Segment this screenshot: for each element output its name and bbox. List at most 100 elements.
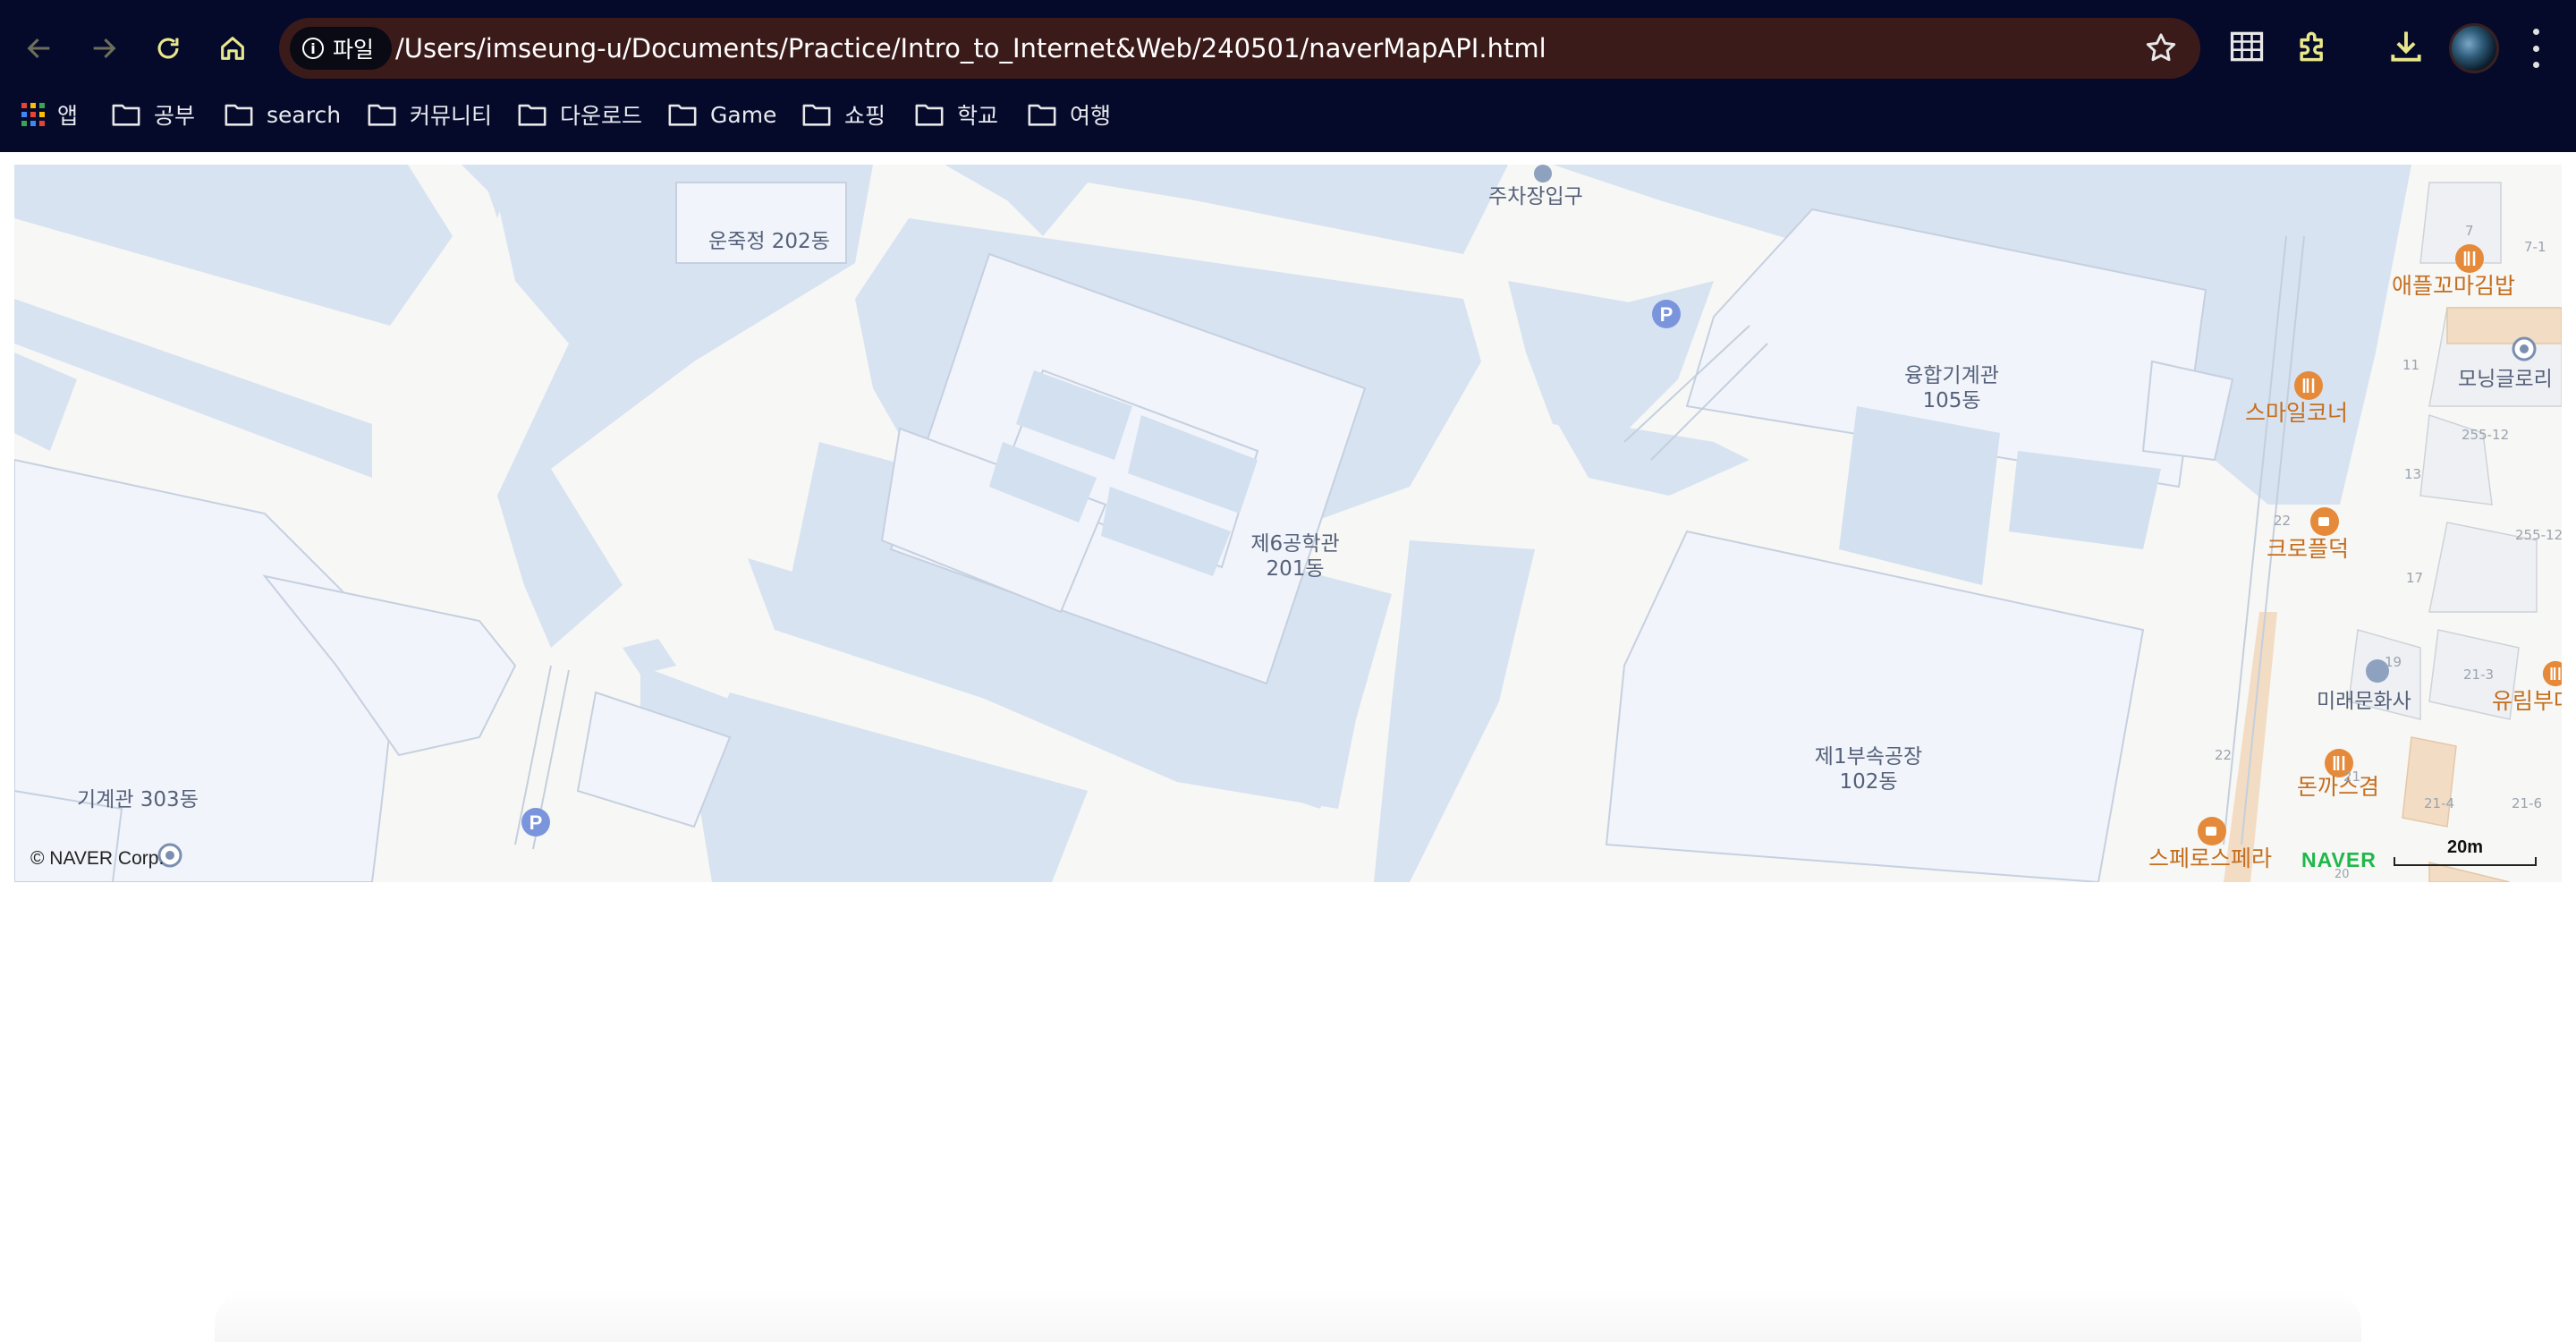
bookmark-folder[interactable]: 쇼핑 [801, 93, 886, 136]
map-label-parking-entrance: 주차장입구 [1488, 185, 1583, 208]
building-name: 제6공학관 [1250, 532, 1340, 556]
bookmark-folder[interactable]: search [224, 93, 341, 136]
qr-grid-icon[interactable] [2227, 27, 2267, 66]
lot-number: 19 [2385, 654, 2402, 670]
bookmark-label: search [267, 101, 342, 128]
folder-icon [914, 101, 945, 128]
naver-map[interactable]: P P 주차장입구 운죽정 202동 융합기계관 105동 제6공학관 201동… [14, 165, 2562, 882]
reload-icon [157, 38, 179, 59]
building-number: 102동 [1839, 770, 1898, 794]
bookmark-folder[interactable]: Game [667, 93, 776, 136]
bookmark-label: 공부 [154, 103, 196, 129]
poi-label-kimbap[interactable]: 애플꼬마김밥 [2392, 274, 2515, 299]
bookmark-label: 다운로드 [560, 103, 643, 129]
poi-label-yurim[interactable]: 유림부대 [2492, 689, 2562, 714]
restaurant-icon[interactable] [2542, 658, 2562, 689]
bookmarks-bar: 앱 공부 search 커뮤니티 다운로드 Game 쇼핑 학교 여행 [0, 93, 2576, 136]
folder-icon [224, 101, 254, 128]
back-button[interactable] [16, 25, 63, 72]
bookmark-folder[interactable]: 공부 [111, 93, 195, 136]
bookmark-label: 학교 [957, 103, 999, 129]
naver-logo[interactable]: NAVER [2301, 848, 2377, 872]
map-label-building-201: 제6공학관 201동 [1233, 531, 1358, 582]
site-info-label: 파일 [333, 37, 375, 63]
bookmark-folder[interactable]: 학교 [914, 93, 998, 136]
map-label-building-105: 융합기계관 105동 [1889, 363, 2014, 413]
lot-number: 7-1 [2524, 239, 2546, 255]
lot-number: 255-12 [2462, 427, 2510, 443]
folder-icon [367, 101, 397, 128]
building-name: 제1부속공장 [1814, 745, 1923, 769]
poi-label-espresso[interactable]: 스페로스페라 [2148, 846, 2272, 871]
bookmark-folder[interactable]: 커뮤니티 [367, 93, 492, 136]
lot-number: 21 [2343, 769, 2361, 785]
apps-grid-icon [21, 103, 45, 126]
map-label-mirae: 미래문화사 [2317, 690, 2411, 713]
lot-number: 22 [2215, 747, 2233, 763]
home-icon [221, 37, 244, 60]
bookmark-label: Game [710, 101, 777, 128]
poi-label-smile[interactable]: 스마일코너 [2245, 401, 2348, 426]
profile-avatar[interactable] [2449, 23, 2499, 73]
building-number: 105동 [1922, 389, 1981, 412]
map-credit: © NAVER Corp. [30, 848, 165, 869]
parking-icon[interactable]: P [521, 807, 551, 837]
svg-text:P: P [1660, 303, 1674, 326]
building-name: 융합기계관 [1904, 364, 1999, 387]
arrow-right-icon [93, 38, 116, 59]
folder-icon [801, 101, 832, 128]
bookmark-label: 쇼핑 [844, 103, 886, 129]
download-icon[interactable] [2386, 27, 2426, 66]
bookmark-label: 앱 [57, 103, 79, 129]
location-icon [2512, 336, 2537, 361]
parking-icon[interactable]: P [1651, 299, 1682, 329]
lot-number: 21-3 [2463, 667, 2495, 683]
poi-label-tonkatsu[interactable]: 돈까스겸 [2297, 775, 2379, 800]
map-tiles [14, 165, 2562, 882]
svg-text:P: P [530, 811, 543, 834]
more-menu-icon[interactable] [2524, 29, 2547, 68]
address-bar[interactable]: i 파일 /Users/imseung-u/Documents/Practice… [279, 18, 2200, 79]
lot-number: 11 [2402, 357, 2420, 373]
restaurant-icon[interactable] [2293, 370, 2324, 401]
bookmark-folder[interactable]: 다운로드 [517, 93, 642, 136]
home-button[interactable] [209, 25, 256, 72]
cafe-icon[interactable] [2197, 816, 2227, 846]
folder-icon [667, 101, 698, 128]
lot-number: 17 [2406, 570, 2424, 586]
scale-bar [2394, 857, 2537, 866]
parking-entrance-icon [1534, 165, 1552, 183]
bookmark-folder[interactable]: 여행 [1027, 93, 1111, 136]
lot-number: 21-6 [2512, 795, 2543, 811]
restaurant-icon[interactable] [2454, 243, 2485, 274]
folder-icon [111, 101, 141, 128]
map-scale: 20m [2394, 837, 2537, 866]
reload-button[interactable] [145, 25, 191, 72]
url-text[interactable]: /Users/imseung-u/Documents/Practice/Intr… [395, 18, 1546, 79]
arrow-left-icon [27, 38, 50, 59]
map-label-morning: 모닝글로리 [2458, 368, 2553, 391]
lot-number: 7 [2465, 223, 2474, 239]
info-icon: i [302, 38, 324, 59]
scale-label: 20m [2446, 837, 2484, 857]
browser-toolbar: i 파일 /Users/imseung-u/Documents/Practice… [0, 0, 2576, 152]
map-label-building-102: 제1부속공장 102동 [1801, 744, 1936, 794]
bookmark-star-icon[interactable] [2143, 30, 2179, 66]
map-label-unjukjeong: 운죽정 202동 [708, 230, 830, 253]
bookmark-apps[interactable]: 앱 [21, 93, 78, 136]
forward-button[interactable] [80, 25, 127, 72]
folder-icon [1027, 101, 1057, 128]
building-number: 201동 [1266, 557, 1325, 581]
folder-icon [517, 101, 547, 128]
site-info-chip[interactable]: i 파일 [290, 27, 393, 70]
lot-number: 13 [2404, 466, 2422, 482]
cafe-icon[interactable] [2309, 506, 2340, 537]
bookmark-label: 여행 [1070, 103, 1112, 129]
lot-number: 255-12 [2515, 527, 2562, 543]
poi-label-croffle[interactable]: 크로플덕 [2267, 537, 2349, 562]
extensions-icon[interactable] [2293, 27, 2333, 66]
bottom-shadow [215, 1288, 2361, 1342]
bookmark-label: 커뮤니티 [410, 103, 493, 129]
lot-number: 21-4 [2424, 795, 2455, 811]
lot-number: 22 [2274, 513, 2292, 529]
